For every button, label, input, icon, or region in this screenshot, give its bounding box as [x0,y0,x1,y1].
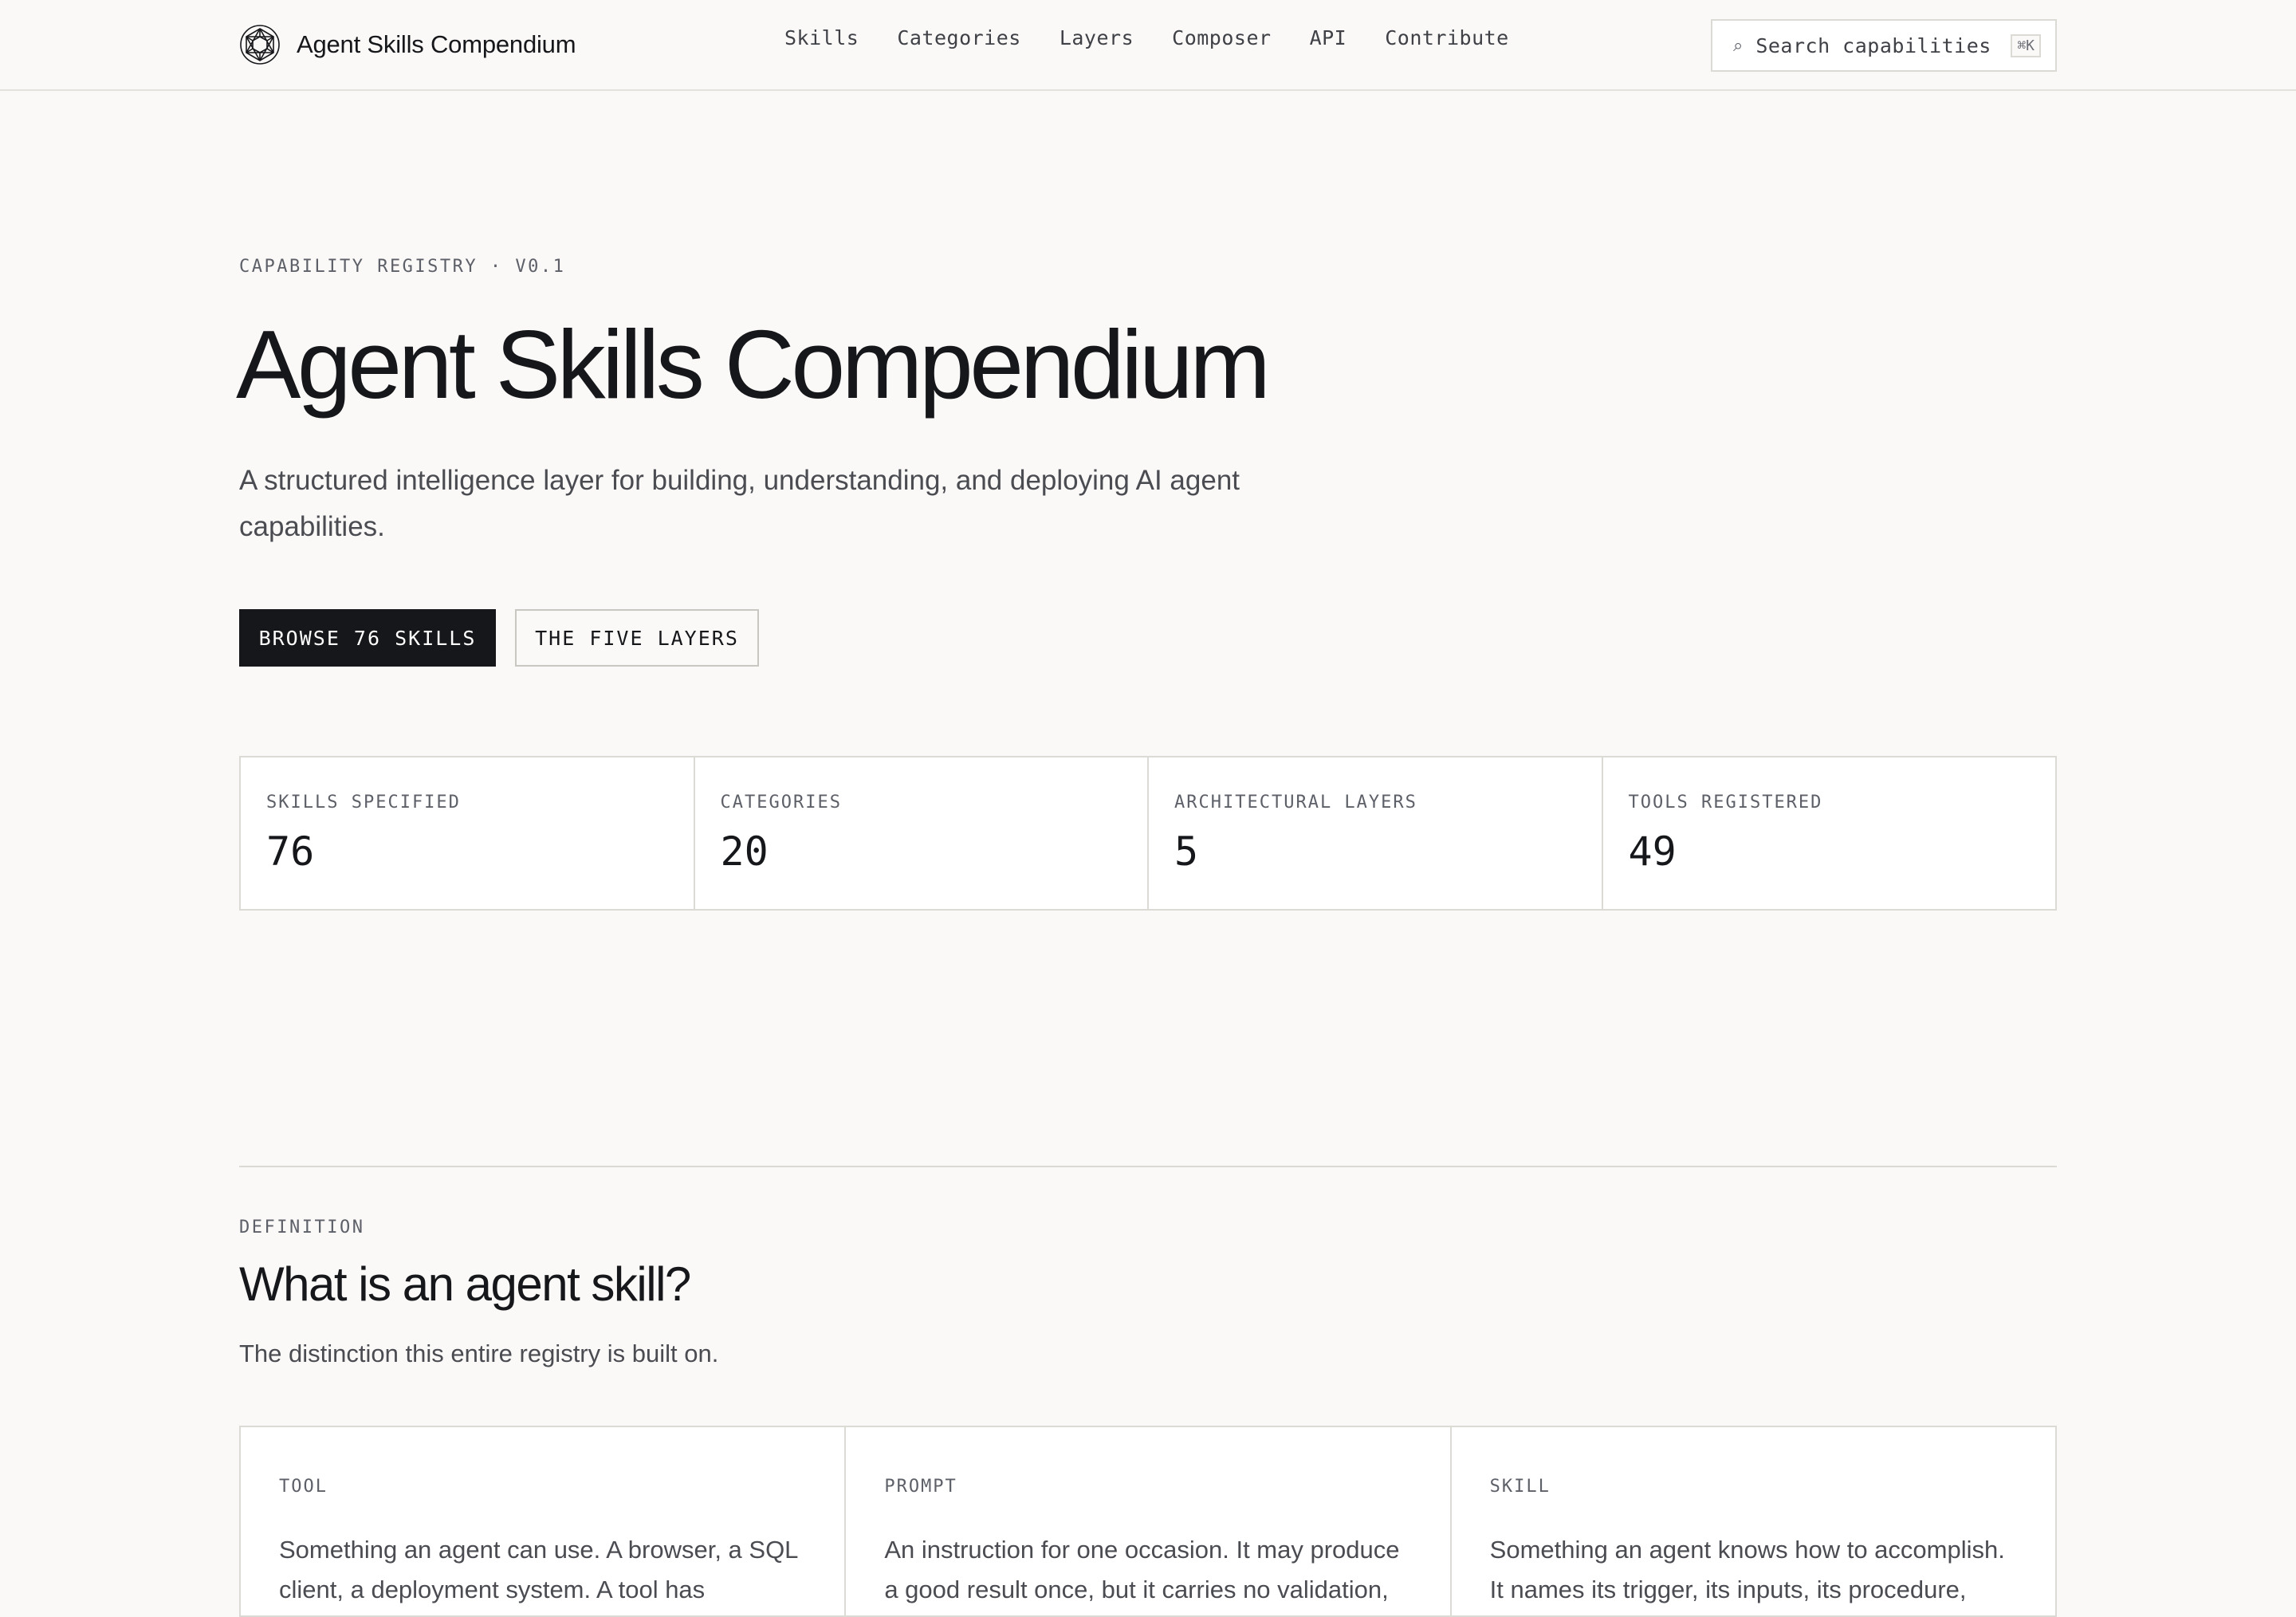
section-divider [239,1166,2057,1167]
stat-layers: ARCHITECTURAL LAYERS 5 [1149,757,1603,909]
top-navigation-bar: Agent Skills Compendium Skills Categorie… [0,0,2296,91]
card-skill: SKILL Something an agent knows how to ac… [1452,1427,2055,1615]
nav-categories[interactable]: Categories [897,26,1021,49]
main-nav: Skills Categories Layers Composer API Co… [784,26,1509,49]
card-label: SKILL [1489,1477,1551,1497]
nav-skills[interactable]: Skills [784,26,859,49]
card-text: Something an agent can use. A browser, a… [279,1536,798,1603]
card-text: An instruction for one occasion. It may … [884,1536,1400,1603]
card-prompt: PROMPT An instruction for one occasion. … [846,1427,1452,1615]
definition-title: What is an agent skill? [239,1257,691,1311]
browse-skills-button[interactable]: BROWSE 76 SKILLS [239,609,496,667]
stat-label: SKILLS SPECIFIED [266,793,461,812]
stat-value: 49 [1628,828,1677,875]
stat-skills: SKILLS SPECIFIED 76 [241,757,695,909]
stat-categories: CATEGORIES 20 [695,757,1149,909]
nav-contribute[interactable]: Contribute [1385,26,1509,49]
hero-subtitle: A structured intelligence layer for buil… [239,465,1240,542]
stat-label: TOOLS REGISTERED [1628,793,1823,812]
stat-value: 20 [720,828,769,875]
five-layers-button[interactable]: THE FIVE LAYERS [515,609,759,667]
stat-label: ARCHITECTURAL LAYERS [1174,793,1417,812]
hero-eyebrow: CAPABILITY REGISTRY · V0.1 [239,257,566,277]
definition-cards: TOOL Something an agent can use. A brows… [239,1426,2057,1617]
nav-composer[interactable]: Composer [1172,26,1271,49]
stat-tools: TOOLS REGISTERED 49 [1603,757,2056,909]
search-icon: ⌕ [1733,35,1744,55]
card-text: Something an agent knows how to accompli… [1489,1536,2005,1603]
nav-api[interactable]: API [1310,26,1347,49]
search-box[interactable]: ⌕ ⌘K [1711,19,2057,72]
stat-value: 76 [266,828,315,875]
definition-subtitle: The distinction this entire registry is … [239,1340,719,1367]
card-tool: TOOL Something an agent can use. A brows… [241,1427,847,1615]
search-input[interactable] [1754,33,2011,58]
card-label: PROMPT [884,1477,957,1497]
definition-eyebrow: DEFINITION [239,1218,365,1237]
brand-name: Agent Skills Compendium [297,30,576,58]
brand-link[interactable]: Agent Skills Compendium [239,24,576,65]
stat-label: CATEGORIES [720,793,842,812]
card-label: TOOL [279,1477,328,1497]
geodesic-sphere-icon [240,25,280,65]
search-shortcut-badge: ⌘K [2011,33,2042,57]
stat-value: 5 [1174,828,1199,875]
page-title: Agent Skills Compendium [236,310,1271,419]
stats-panel: SKILLS SPECIFIED 76 CATEGORIES 20 ARCHIT… [239,756,2057,911]
nav-layers[interactable]: Layers [1060,26,1134,49]
